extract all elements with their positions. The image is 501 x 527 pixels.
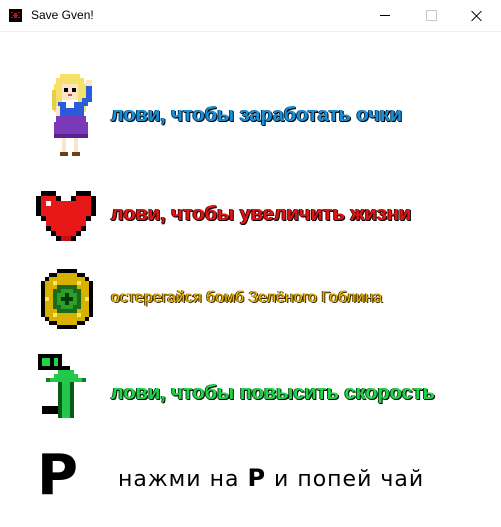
pause-hint-after: и попей чай [274, 467, 425, 492]
bomb-warning-text: остерегайся бомб Зелёного Гоблина [111, 289, 383, 306]
girl-character-icon [52, 74, 92, 156]
pause-key-label: P [247, 464, 267, 492]
game-window: Save Gven! лови, чтобы заработать очки л… [0, 0, 501, 527]
close-button[interactable] [454, 0, 500, 31]
pause-hint-text: нажми на P и попей чай [118, 464, 424, 492]
speed-hint-text: лови, чтобы повысить скорость [111, 382, 435, 404]
maximize-button[interactable] [408, 0, 454, 31]
close-icon [471, 10, 483, 22]
bomb-icon [41, 269, 93, 329]
window-title: Save Gven! [31, 8, 94, 22]
speed-arrow-icon [38, 354, 86, 418]
heart-icon [36, 191, 96, 241]
spider-app-icon [9, 9, 22, 22]
pause-hint-before: нажми на [118, 467, 240, 492]
letter-p-icon: P [37, 443, 79, 508]
lives-hint-text: лови, чтобы увеличить жизни [111, 203, 412, 225]
minimize-button[interactable] [362, 0, 408, 31]
minimize-icon [380, 15, 390, 16]
points-hint-text: лови, чтобы заработать очки [111, 104, 403, 126]
title-bar[interactable]: Save Gven! [0, 0, 501, 32]
maximize-icon [425, 10, 437, 21]
